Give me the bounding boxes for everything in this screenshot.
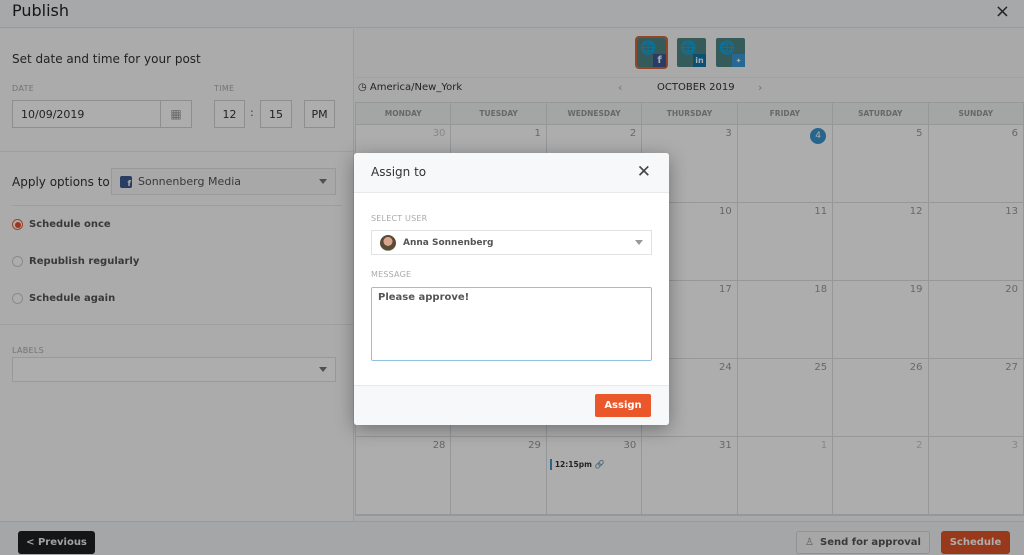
dialog-title: Assign to	[371, 165, 427, 179]
select-user-label: SELECT USER	[371, 214, 428, 223]
dialog-header: Assign to ✕	[354, 153, 669, 193]
message-input[interactable]: Please approve!	[371, 287, 652, 361]
user-select[interactable]: Anna Sonnenberg	[371, 230, 652, 255]
selected-user-name: Anna Sonnenberg	[403, 237, 494, 248]
message-label: MESSAGE	[371, 270, 412, 279]
dialog-footer: Assign	[354, 385, 669, 425]
close-icon[interactable]: ✕	[637, 162, 651, 182]
assign-dialog: Assign to ✕ SELECT USER Anna Sonnenberg …	[354, 153, 669, 425]
chevron-down-icon	[635, 240, 643, 245]
avatar	[380, 234, 396, 251]
assign-button[interactable]: Assign	[595, 394, 651, 417]
